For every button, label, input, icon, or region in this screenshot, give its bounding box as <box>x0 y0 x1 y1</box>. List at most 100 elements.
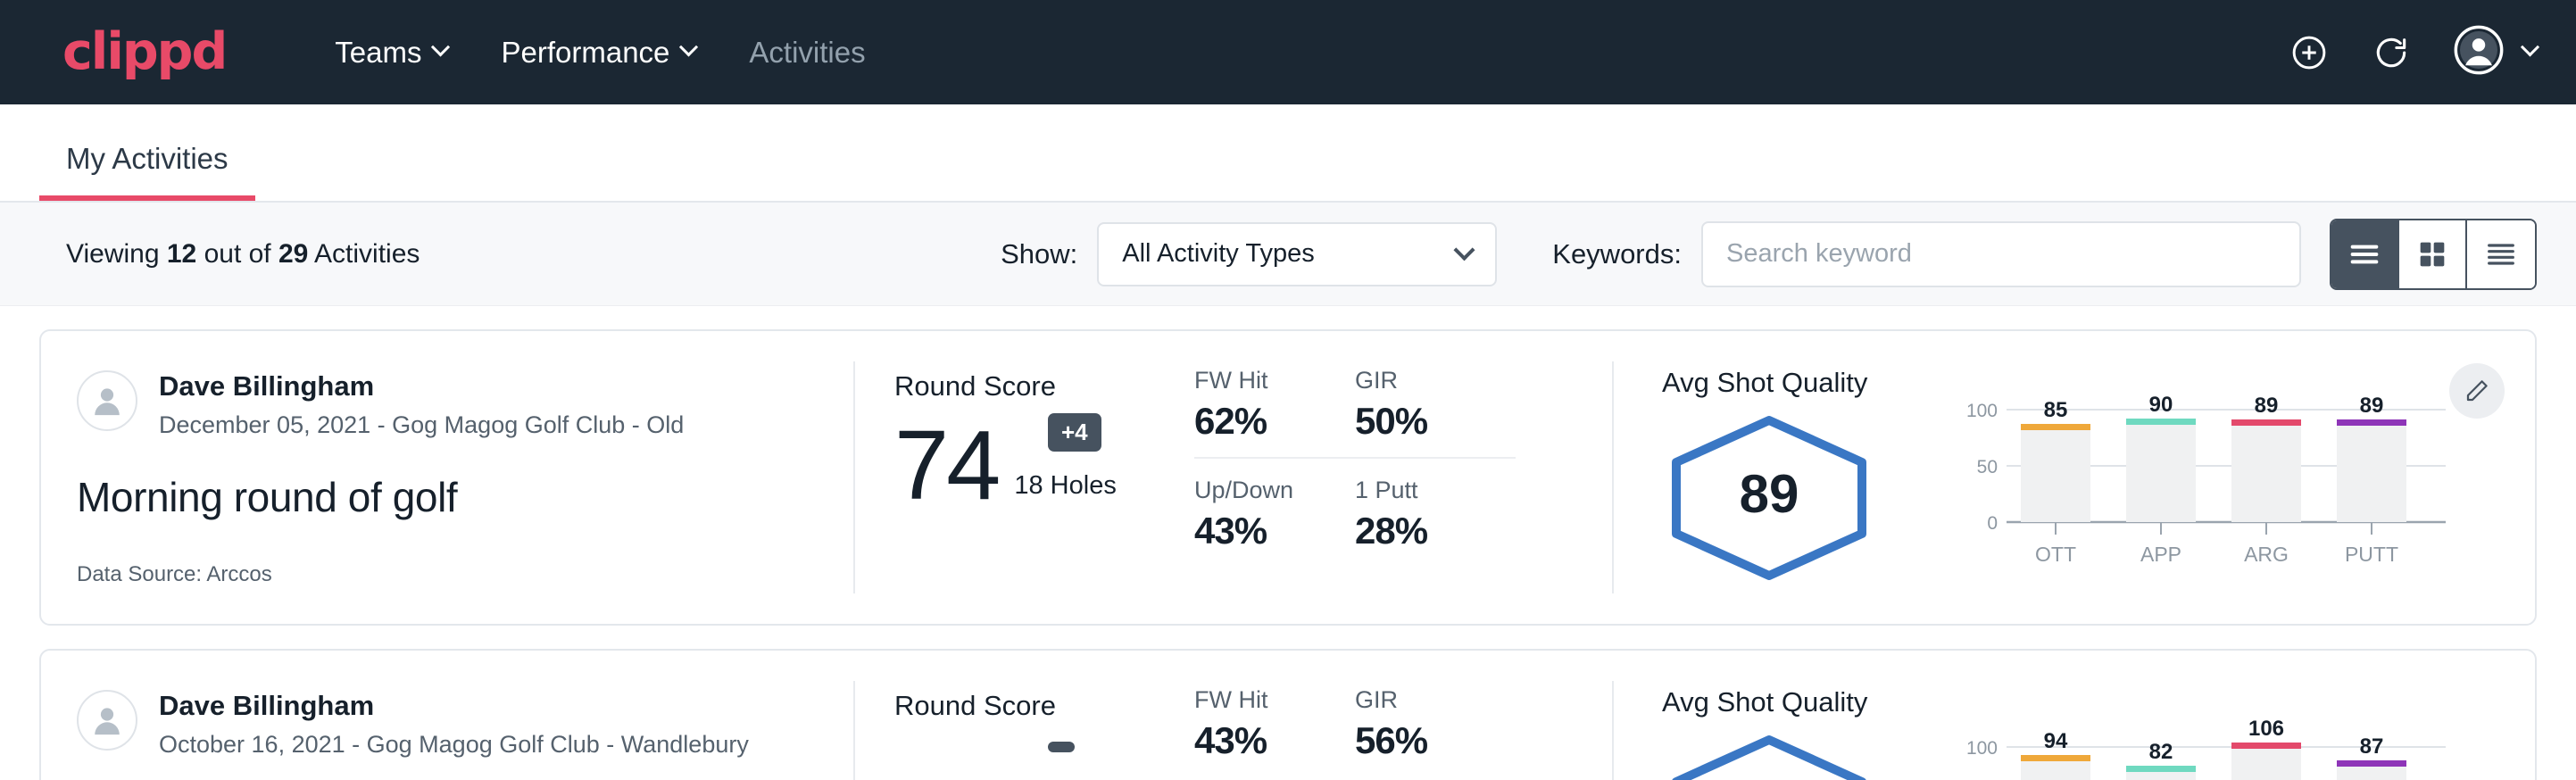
round-score-label: Round Score <box>894 370 1194 402</box>
avatar <box>2454 25 2504 79</box>
shot-quality-label: Avg Shot Quality <box>1662 367 1957 399</box>
chevron-down-icon <box>1454 239 1475 261</box>
stat-fw-hit: FW Hit 43% <box>1194 686 1355 762</box>
keywords-label: Keywords: <box>1552 238 1682 270</box>
stats-grid: FW Hit 43% GIR 56% <box>1194 686 1614 762</box>
svg-text:87: 87 <box>2360 734 2384 759</box>
viewing-suffix: Activities <box>308 239 420 269</box>
stat-value: 43% <box>1194 719 1319 762</box>
svg-text:89: 89 <box>2360 394 2384 418</box>
player-name: Dave Billingham <box>159 370 684 402</box>
chevron-down-icon <box>2521 37 2539 56</box>
stat-gir: GIR 50% <box>1355 367 1516 459</box>
stat-value: 56% <box>1355 719 1480 762</box>
activity-card[interactable]: Dave Billingham December 05, 2021 - Gog … <box>39 329 2537 626</box>
svg-text:100: 100 <box>1966 401 1998 421</box>
shot-quality-label: Avg Shot Quality <box>1662 686 1957 718</box>
player-column: Dave Billingham December 05, 2021 - Gog … <box>41 331 855 624</box>
svg-text:OTT: OTT <box>2035 543 2076 566</box>
filter-toolbar: Viewing 12 out of 29 Activities Show: Al… <box>0 203 2576 306</box>
view-mode-compact[interactable] <box>2467 220 2535 288</box>
stat-value: 28% <box>1355 510 1480 552</box>
search-input[interactable] <box>1726 239 2276 269</box>
activity-type-select[interactable]: All Activity Types <box>1097 222 1497 286</box>
shot-quality-hexagon: 89 <box>1662 413 1876 583</box>
svg-text:89: 89 <box>2255 394 2279 418</box>
svg-text:106: 106 <box>2248 717 2284 741</box>
svg-text:100: 100 <box>1966 738 1998 759</box>
viewing-prefix: Viewing <box>66 239 167 269</box>
nav-item-activities[interactable]: Activities <box>722 27 892 79</box>
app-logo[interactable]: clippd <box>62 27 226 78</box>
nav-item-performance-label: Performance <box>501 36 669 70</box>
viewing-summary: Viewing 12 out of 29 Activities <box>66 239 420 270</box>
shot-quality-hexagon <box>1662 733 1876 780</box>
account-menu[interactable] <box>2454 25 2537 79</box>
stat-label: FW Hit <box>1194 367 1319 394</box>
tab-my-activities-label: My Activities <box>66 142 229 175</box>
tab-my-activities[interactable]: My Activities <box>39 142 255 201</box>
round-score-value: 74 <box>894 419 998 513</box>
stat-up-down: Up/Down 43% <box>1194 477 1355 552</box>
viewing-total: 29 <box>278 239 308 269</box>
player-header: Dave Billingham October 16, 2021 - Gog M… <box>77 690 855 759</box>
player-header: Dave Billingham December 05, 2021 - Gog … <box>77 370 855 439</box>
stat-fw-hit: FW Hit 62% <box>1194 367 1355 459</box>
player-column: Dave Billingham October 16, 2021 - Gog M… <box>41 651 855 780</box>
add-button[interactable] <box>2289 33 2329 72</box>
activity-title: Morning round of golf <box>77 473 855 521</box>
nav-item-teams-label: Teams <box>335 36 421 70</box>
stat-gir: GIR 56% <box>1355 686 1516 762</box>
stat-label: 1 Putt <box>1355 477 1480 504</box>
nav-item-teams[interactable]: Teams <box>308 27 474 79</box>
view-mode-grid[interactable] <box>2399 220 2467 288</box>
activity-list: Dave Billingham December 05, 2021 - Gog … <box>0 306 2576 780</box>
tab-bar: My Activities <box>0 104 2576 203</box>
stat-value: 43% <box>1194 510 1319 552</box>
svg-text:85: 85 <box>2044 398 2068 422</box>
chevron-down-icon <box>679 37 698 56</box>
round-score-label: Round Score <box>894 690 1194 722</box>
shot-quality-summary: Avg Shot Quality 89 <box>1662 367 1957 624</box>
stat-label: FW Hit <box>1194 686 1319 714</box>
shot-quality-summary: Avg Shot Quality <box>1662 686 1957 780</box>
view-mode-toggle <box>2330 219 2537 290</box>
data-source: Data Source: Arccos <box>77 562 855 587</box>
viewing-mid: out of <box>196 239 278 269</box>
search-field[interactable] <box>1701 221 2301 287</box>
top-navigation-bar: clippd Teams Performance Activities <box>0 0 2576 104</box>
score-to-par-badge: +4 <box>1048 413 1101 452</box>
shot-quality-column: Avg Shot Quality 89 100 50 0 <box>1614 331 2535 624</box>
stat-value: 50% <box>1355 400 1480 443</box>
view-mode-list[interactable] <box>2331 220 2399 288</box>
holes-played: 18 Holes <box>1014 471 1116 513</box>
round-score-column: Round Score 74 +4 18 Holes <box>855 331 1194 624</box>
shot-quality-chart: 100 94 82 106 87 <box>1957 713 2456 780</box>
show-label: Show: <box>1001 238 1077 270</box>
toolbar-controls: Show: All Activity Types Keywords: <box>1001 219 2537 290</box>
activity-card[interactable]: Dave Billingham October 16, 2021 - Gog M… <box>39 649 2537 780</box>
player-name: Dave Billingham <box>159 690 749 722</box>
activity-meta: October 16, 2021 - Gog Magog Golf Club -… <box>159 731 749 759</box>
stats-grid: FW Hit 62% GIR 50% Up/Down 43% 1 Putt 28… <box>1194 367 1614 552</box>
main-nav: Teams Performance Activities <box>308 27 892 79</box>
refresh-button[interactable] <box>2372 33 2411 72</box>
shot-quality-column: Avg Shot Quality 100 94 82 <box>1614 651 2535 780</box>
edit-activity-button[interactable] <box>2449 363 2505 419</box>
svg-text:PUTT: PUTT <box>2345 543 2398 566</box>
activity-meta: December 05, 2021 - Gog Magog Golf Club … <box>159 411 684 439</box>
nav-item-performance[interactable]: Performance <box>474 27 722 79</box>
svg-text:50: 50 <box>1977 457 1998 477</box>
chevron-down-icon <box>431 37 450 56</box>
score-to-par-badge <box>1048 742 1075 752</box>
avatar <box>77 370 137 431</box>
avatar <box>77 690 137 751</box>
shot-quality-chart: 100 50 0 85 OTT 90 APP 89 <box>1957 394 2456 624</box>
stat-label: GIR <box>1355 367 1480 394</box>
svg-text:82: 82 <box>2149 740 2173 764</box>
svg-text:ARG: ARG <box>2244 543 2289 566</box>
nav-actions <box>2289 25 2537 79</box>
svg-text:94: 94 <box>2044 729 2068 753</box>
viewing-count: 12 <box>167 239 196 269</box>
svg-text:APP: APP <box>2140 543 2181 566</box>
